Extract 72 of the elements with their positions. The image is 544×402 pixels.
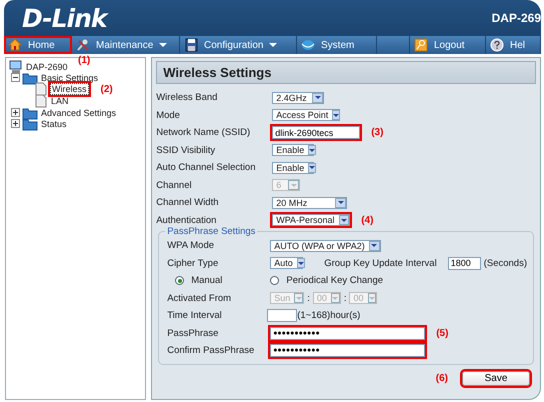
tree-item[interactable]: Status: [40, 118, 68, 128]
field-label: Time Interval: [167, 310, 223, 322]
field-label: Mode: [156, 110, 181, 121]
annotation-label: (1): [78, 55, 90, 66]
help-icon: [490, 38, 504, 52]
tree-item[interactable]: Advanced Settings: [40, 108, 118, 118]
nav-maintenance-tab[interactable]: Maintenance: [72, 36, 180, 54]
dropdown[interactable]: Auto: [270, 257, 304, 270]
unit-label: (Seconds): [484, 258, 527, 269]
field-label: Network Name (SSID): [156, 127, 252, 138]
field-label: PassPhrase: [167, 328, 220, 339]
field-label: Authentication: [156, 214, 218, 226]
logo: D-Link: [22, 4, 107, 32]
dropdown[interactable]: 2.4GHz: [272, 92, 324, 104]
tree-item[interactable]: Wireless: [50, 83, 89, 95]
annotation-label: (6): [436, 373, 448, 384]
folder-icon: [22, 106, 38, 120]
input-field[interactable]: 1800: [448, 256, 481, 270]
field-label: Channel Width: [156, 197, 220, 208]
tree-item[interactable]: DAP-2690: [25, 62, 69, 72]
page-icon: [34, 82, 48, 96]
separator-text: :: [344, 292, 346, 304]
field-label: Activated From: [167, 292, 232, 304]
page-icon: [34, 94, 48, 108]
plus-icon[interactable]: [11, 108, 20, 117]
annotation-label: (4): [361, 214, 374, 226]
field-label: Group Key Update Interval: [324, 258, 437, 269]
nav-home-tab[interactable]: Home: [4, 36, 72, 54]
field-label: Confirm PassPhrase: [167, 345, 256, 356]
annotation-label: (5): [436, 328, 448, 339]
save-button[interactable]: Save: [462, 371, 530, 386]
radio-label[interactable]: Manual: [191, 275, 222, 286]
plus-icon[interactable]: [11, 119, 20, 128]
field-label: Auto Channel Selection: [156, 162, 256, 174]
dropdown[interactable]: Enable: [272, 144, 314, 156]
input-field[interactable]: dlink-2690tecs: [272, 126, 360, 140]
tools-icon: [76, 38, 90, 52]
separator-text: :: [307, 292, 310, 304]
input-field[interactable]: [267, 309, 298, 322]
caret-icon: [269, 43, 278, 47]
annotation-label: (2): [100, 84, 113, 94]
nav-system-tab[interactable]: System: [297, 36, 377, 54]
dropdown[interactable]: 20 MHz: [272, 196, 348, 209]
group-title: PassPhrase Settings: [165, 226, 258, 237]
folder-icon: [22, 70, 38, 84]
dropdown[interactable]: Enable: [272, 162, 314, 174]
model-name: DAP-269: [492, 11, 541, 25]
nav-configuration-tab[interactable]: Configuration: [180, 36, 297, 54]
hint-text: (1~168)hour(s): [297, 310, 360, 322]
radio-button[interactable]: [175, 276, 184, 286]
home-icon: [8, 38, 22, 52]
dropdown[interactable]: Access Point: [272, 109, 340, 122]
computer-icon: [8, 60, 23, 74]
tree-item[interactable]: Basic Settings: [40, 72, 100, 82]
annotation-label: (3): [371, 127, 384, 138]
dropdown[interactable]: AUTO (WPA or WPA2): [270, 240, 381, 252]
minus-icon[interactable]: [11, 73, 20, 82]
radio-button[interactable]: [270, 276, 280, 286]
folder-icon: [22, 116, 38, 130]
section-title: Wireless Settings: [156, 61, 536, 84]
field-label: Wireless Band: [156, 92, 218, 104]
radio-label[interactable]: Periodical Key Change: [286, 275, 384, 286]
key-icon: [414, 38, 428, 52]
tree-item[interactable]: LAN: [50, 96, 70, 106]
field-label: Channel: [156, 180, 193, 191]
dropdown[interactable]: WPA-Personal: [272, 214, 350, 226]
field-label: SSID Visibility: [156, 144, 216, 156]
nav-help-tab[interactable]: Hel: [486, 36, 541, 54]
caret-icon: [159, 43, 168, 47]
nav-logout-tab[interactable]: Logout: [410, 36, 486, 54]
field-label: Cipher Type: [167, 258, 220, 269]
field-label: WPA Mode: [167, 240, 216, 252]
